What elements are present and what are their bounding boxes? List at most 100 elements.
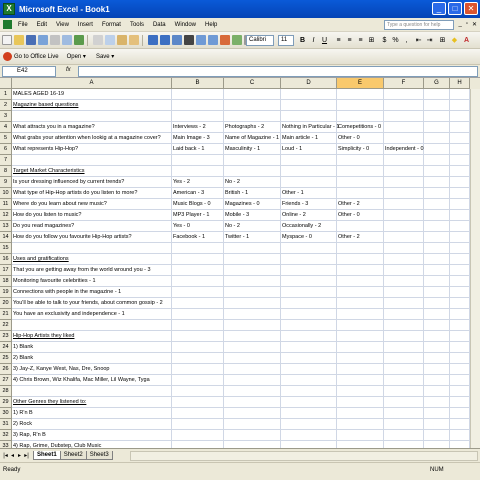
cell-a33[interactable]: 4) Rap, Grime, Dubstep, Club Music [12, 441, 172, 448]
cell-f4[interactable] [384, 122, 424, 133]
cell-a17[interactable]: That you are getting away from the world… [12, 265, 172, 276]
cell-a7[interactable] [12, 155, 172, 166]
row-header[interactable]: 1 [0, 89, 12, 100]
row-header[interactable]: 9 [0, 177, 12, 188]
cell-b11[interactable]: Music Blogs - 0 [172, 199, 224, 210]
cell-c3[interactable] [224, 111, 281, 122]
cell-h31[interactable] [450, 419, 470, 430]
cell-b31[interactable] [172, 419, 224, 430]
cell-b28[interactable] [172, 386, 224, 397]
row-header[interactable]: 4 [0, 122, 12, 133]
font-name-select[interactable]: Calibri [246, 35, 274, 46]
cell-b23[interactable] [172, 331, 224, 342]
cell-d12[interactable]: Online - 2 [281, 210, 337, 221]
cell-f22[interactable] [384, 320, 424, 331]
open-icon[interactable] [14, 35, 24, 45]
cell-a5[interactable]: What grabs your attention when lookig at… [12, 133, 172, 144]
cell-d27[interactable] [281, 375, 337, 386]
cell-b19[interactable] [172, 287, 224, 298]
cell-d25[interactable] [281, 353, 337, 364]
cell-e6[interactable]: Simplicity - 0 [337, 144, 384, 155]
cell-g25[interactable] [424, 353, 450, 364]
cell-g8[interactable] [424, 166, 450, 177]
cell-a23[interactable]: Hip-Hop Artists they liked [12, 331, 172, 342]
next-sheet-icon[interactable]: ▸ [16, 452, 23, 459]
cell-a2[interactable]: Magazine based questions [12, 100, 172, 111]
cell-f6[interactable]: Independent - 0 [384, 144, 424, 155]
cell-f20[interactable] [384, 298, 424, 309]
cell-d33[interactable] [281, 441, 337, 448]
cell-c29[interactable] [224, 397, 281, 408]
cell-d22[interactable] [281, 320, 337, 331]
cell-f14[interactable] [384, 232, 424, 243]
cell-g32[interactable] [424, 430, 450, 441]
row-header[interactable]: 31 [0, 419, 12, 430]
doc-restore-button[interactable]: ▫ [466, 21, 468, 28]
cell-g30[interactable] [424, 408, 450, 419]
maximize-button[interactable]: □ [448, 2, 462, 15]
cell-b2[interactable] [172, 100, 224, 111]
cell-c1[interactable] [224, 89, 281, 100]
cell-b5[interactable]: Main Image - 3 [172, 133, 224, 144]
cell-h22[interactable] [450, 320, 470, 331]
row-header[interactable]: 18 [0, 276, 12, 287]
row-header[interactable]: 12 [0, 210, 12, 221]
cell-f15[interactable] [384, 243, 424, 254]
cell-a10[interactable]: What type of Hip-Hop artists do you list… [12, 188, 172, 199]
last-sheet-icon[interactable]: ▸| [23, 452, 30, 459]
cell-a20[interactable]: You'll be able to talk to your friends, … [12, 298, 172, 309]
cell-a8[interactable]: Target Market Characteristics [12, 166, 172, 177]
cell-b27[interactable] [172, 375, 224, 386]
cell-a19[interactable]: Connections with people in the magazine … [12, 287, 172, 298]
cell-b8[interactable] [172, 166, 224, 177]
cell-h1[interactable] [450, 89, 470, 100]
cell-d21[interactable] [281, 309, 337, 320]
cell-a11[interactable]: Where do you learn about new music? [12, 199, 172, 210]
cell-g21[interactable] [424, 309, 450, 320]
cell-g33[interactable] [424, 441, 450, 448]
cell-h8[interactable] [450, 166, 470, 177]
cell-c2[interactable] [224, 100, 281, 111]
cell-d2[interactable] [281, 100, 337, 111]
cell-c21[interactable] [224, 309, 281, 320]
cell-e31[interactable] [337, 419, 384, 430]
cell-g27[interactable] [424, 375, 450, 386]
cell-e25[interactable] [337, 353, 384, 364]
cell-g6[interactable] [424, 144, 450, 155]
cell-c32[interactable] [224, 430, 281, 441]
format-painter-icon[interactable] [129, 35, 139, 45]
cell-f25[interactable] [384, 353, 424, 364]
cell-a4[interactable]: What attracts you in a magazine? [12, 122, 172, 133]
cell-e30[interactable] [337, 408, 384, 419]
cell-h30[interactable] [450, 408, 470, 419]
cell-c10[interactable]: British - 1 [224, 188, 281, 199]
open-button[interactable]: Open ▾ [65, 52, 88, 61]
cell-d5[interactable]: Main article - 1 [281, 133, 337, 144]
cell-h26[interactable] [450, 364, 470, 375]
cell-f13[interactable] [384, 221, 424, 232]
copy-icon[interactable] [105, 35, 115, 45]
cell-c8[interactable] [224, 166, 281, 177]
paste-icon[interactable] [117, 35, 127, 45]
cell-e16[interactable] [337, 254, 384, 265]
doc-minimize-button[interactable]: _ [458, 21, 461, 28]
cell-b13[interactable]: Yes - 0 [172, 221, 224, 232]
column-header-g[interactable]: G [424, 78, 450, 89]
cell-d32[interactable] [281, 430, 337, 441]
cell-e11[interactable]: Other - 2 [337, 199, 384, 210]
align-center-icon[interactable]: ≡ [345, 36, 354, 45]
cell-f23[interactable] [384, 331, 424, 342]
cell-d23[interactable] [281, 331, 337, 342]
cell-g14[interactable] [424, 232, 450, 243]
cell-d17[interactable] [281, 265, 337, 276]
sheet-tab-sheet1[interactable]: Sheet1 [33, 451, 61, 460]
cell-e33[interactable] [337, 441, 384, 448]
cell-e21[interactable] [337, 309, 384, 320]
font-size-select[interactable]: 11 [278, 35, 294, 46]
cell-h24[interactable] [450, 342, 470, 353]
cell-f3[interactable] [384, 111, 424, 122]
cell-g31[interactable] [424, 419, 450, 430]
align-left-icon[interactable]: ≡ [334, 36, 343, 45]
row-header[interactable]: 25 [0, 353, 12, 364]
cell-e28[interactable] [337, 386, 384, 397]
